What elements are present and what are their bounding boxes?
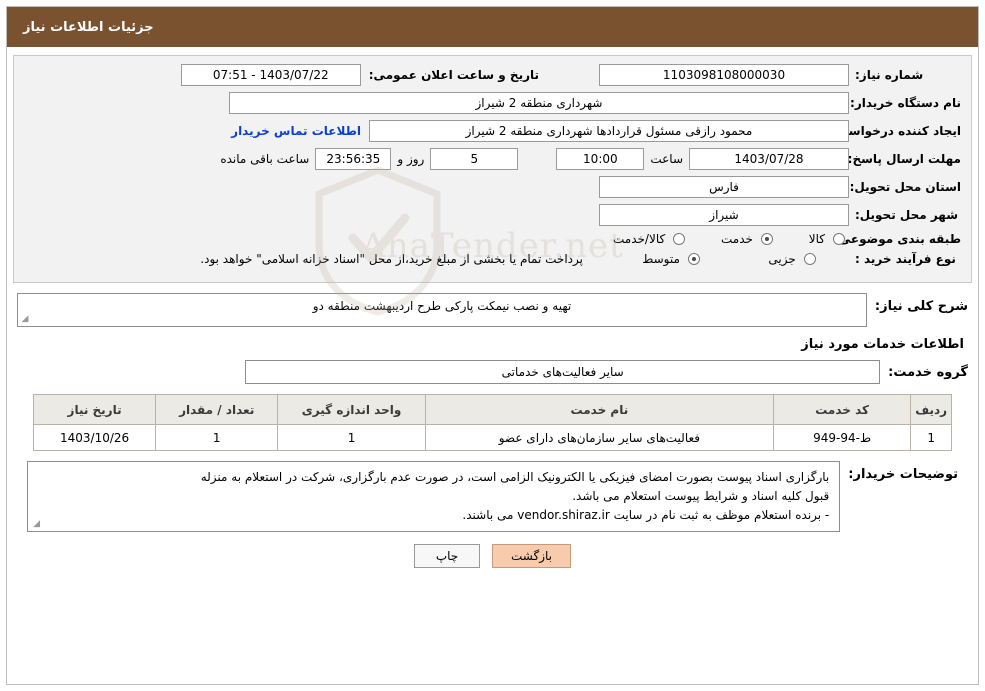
- requester-label: ایجاد کننده درخواست:: [831, 124, 961, 138]
- time-remaining-value: 23:56:35: [315, 148, 392, 170]
- back-button[interactable]: بازگشت: [492, 544, 571, 568]
- buyer-notes-line-1: بارگزاری اسناد پیوست بصورت امضای فیزیکی …: [200, 470, 830, 484]
- buyer-contact-link[interactable]: اطلاعات تماس خریدار: [223, 124, 369, 138]
- row-requester: ایجاد کننده درخواست: محمود رازقی مسئول ق…: [24, 120, 961, 142]
- radio-purchase-motavaset[interactable]: متوسط: [632, 252, 700, 266]
- th-code: کد خدمت: [772, 394, 912, 425]
- radio-icon: [673, 233, 686, 245]
- buyer-org-label: نام دستگاه خریدار:: [850, 96, 961, 110]
- deadline-date: 1403/07/28: [689, 148, 849, 170]
- table-row: 1 ط-94-949 فعالیت‌های سایر سازمان‌های دا…: [32, 424, 952, 451]
- radio-icon: [760, 233, 773, 245]
- need-number-value: 1103098108000030: [599, 64, 849, 86]
- deadline-label: مهلت ارسال پاسخ: تا تاریخ:: [796, 152, 961, 166]
- radio-label: کالا: [808, 232, 825, 246]
- resize-handle-icon[interactable]: ◢: [20, 315, 30, 325]
- row-province: استان محل تحویل: فارس: [24, 176, 961, 198]
- print-button[interactable]: چاپ: [414, 544, 480, 568]
- th-name: نام خدمت: [424, 394, 774, 425]
- deadline-hour: 10:00: [556, 148, 645, 170]
- page-header: جزئیات اطلاعات نیاز: [7, 7, 978, 47]
- cell-name: فعالیت‌های سایر سازمان‌های دارای عضو: [424, 424, 774, 451]
- page-frame: جزئیات اطلاعات نیاز AnaTender.net شماره …: [6, 6, 979, 685]
- city-value: شیراز: [599, 204, 849, 226]
- page-title: جزئیات اطلاعات نیاز: [23, 19, 154, 35]
- requester-value: محمود رازقی مسئول قراردادها شهرداری منطق…: [369, 120, 849, 142]
- purchase-note: پرداخت تمام یا بخشی از مبلغ خرید،از محل …: [200, 252, 583, 266]
- th-qty: تعداد / مقدار: [155, 394, 279, 425]
- radio-icon: [687, 253, 700, 265]
- row-purchase-type: نوع فرآیند خرید : جزیی متوسط پرداخت تمام…: [24, 252, 961, 266]
- radio-purchase-jozi[interactable]: جزیی: [758, 252, 816, 266]
- radio-label: کالا/خدمت: [613, 232, 666, 246]
- th-date: تاریخ نیاز: [32, 394, 157, 425]
- general-need-row: شرح کلی نیاز: تهیه و نصب نیمکت پارکی طرح…: [17, 293, 968, 327]
- purchase-type-label: نوع فرآیند خرید :: [855, 252, 956, 266]
- buyer-notes-line-3: - برنده استعلام موظف به ثبت نام در سایت …: [462, 508, 830, 522]
- row-buyer-org: نام دستگاه خریدار: شهرداری منطقه 2 شیراز: [24, 92, 961, 114]
- radio-category-kala[interactable]: کالا: [799, 232, 845, 246]
- th-unit: واحد اندازه گیری: [277, 394, 426, 425]
- services-table: ردیف کد خدمت نام خدمت واحد اندازه گیری ت…: [32, 394, 952, 451]
- radio-icon: [833, 233, 845, 245]
- buyer-notes-label: توضیحات خریدار:: [848, 467, 958, 482]
- need-info-panel: AnaTender.net شماره نیاز: 11030981080000…: [13, 55, 972, 316]
- general-need-value: تهیه و نصب نیمکت پارکی طرح اردیبهشت منطق…: [17, 293, 867, 327]
- services-section-title: اطلاعات خدمات مورد نیاز: [801, 337, 964, 352]
- service-group-row: گروه خدمت: سایر فعالیت‌های خدماتی: [17, 360, 968, 384]
- row-city: شهر محل تحویل: شیراز: [24, 204, 961, 226]
- days-label: روز و: [397, 152, 425, 166]
- row-need-number: شماره نیاز: 1103098108000030 تاریخ و ساع…: [24, 64, 961, 86]
- province-value: فارس: [599, 176, 849, 198]
- buyer-org-value: شهرداری منطقه 2 شیراز: [229, 92, 849, 114]
- buyer-notes-value: بارگزاری اسناد پیوست بصورت امضای فیزیکی …: [27, 461, 841, 532]
- service-group-label: گروه خدمت:: [888, 364, 968, 380]
- cell-date: 1403/10/26: [32, 424, 157, 451]
- need-number-label: شماره نیاز:: [855, 68, 924, 82]
- radio-icon: [803, 253, 816, 265]
- service-group-value: سایر فعالیت‌های خدماتی: [245, 360, 881, 384]
- radio-label: جزیی: [768, 252, 796, 266]
- radio-label: خدمت: [721, 232, 753, 246]
- table-header-row: ردیف کد خدمت نام خدمت واحد اندازه گیری ت…: [32, 394, 952, 425]
- buyer-notes-line-2: قبول کلیه اسناد و شرایط پیوست استعلام می…: [572, 489, 830, 503]
- remaining-label: ساعت باقی مانده: [220, 152, 310, 166]
- category-label: طبقه بندی موضوعی:: [833, 232, 961, 246]
- general-need-text: تهیه و نصب نیمکت پارکی طرح اردیبهشت منطق…: [312, 299, 572, 313]
- public-announce-label: تاریخ و ساعت اعلان عمومی:: [368, 68, 539, 82]
- cell-qty: 1: [155, 424, 279, 451]
- city-label: شهر محل تحویل:: [855, 208, 959, 222]
- public-announce-value: 1403/07/22 - 07:51: [180, 64, 361, 86]
- general-need-label: شرح کلی نیاز:: [874, 299, 968, 314]
- cell-index: 1: [910, 424, 952, 451]
- hour-label: ساعت: [650, 152, 683, 166]
- radio-category-kala-khedmat[interactable]: کالا/خدمت: [603, 232, 686, 246]
- province-label: استان محل تحویل:: [849, 180, 961, 194]
- need-body-section: شرح کلی نیاز: تهیه و نصب نیمکت پارکی طرح…: [7, 283, 978, 568]
- days-remaining-value: 5: [430, 148, 519, 170]
- row-deadline: مهلت ارسال پاسخ: تا تاریخ: 1403/07/28 سا…: [24, 148, 961, 170]
- resize-handle-icon[interactable]: ◢: [30, 520, 40, 530]
- cell-code: ط-94-949: [772, 424, 912, 451]
- th-index: ردیف: [910, 394, 952, 425]
- cell-unit: 1: [277, 424, 426, 451]
- radio-category-khedmat[interactable]: خدمت: [711, 232, 773, 246]
- buyer-notes-row: توضیحات خریدار: بارگزاری اسناد پیوست بصو…: [27, 461, 958, 532]
- footer-buttons: بازگشت چاپ: [17, 544, 968, 568]
- row-category: طبقه بندی موضوعی: کالا خدمت کالا/خدمت: [24, 232, 961, 246]
- radio-label: متوسط: [642, 252, 680, 266]
